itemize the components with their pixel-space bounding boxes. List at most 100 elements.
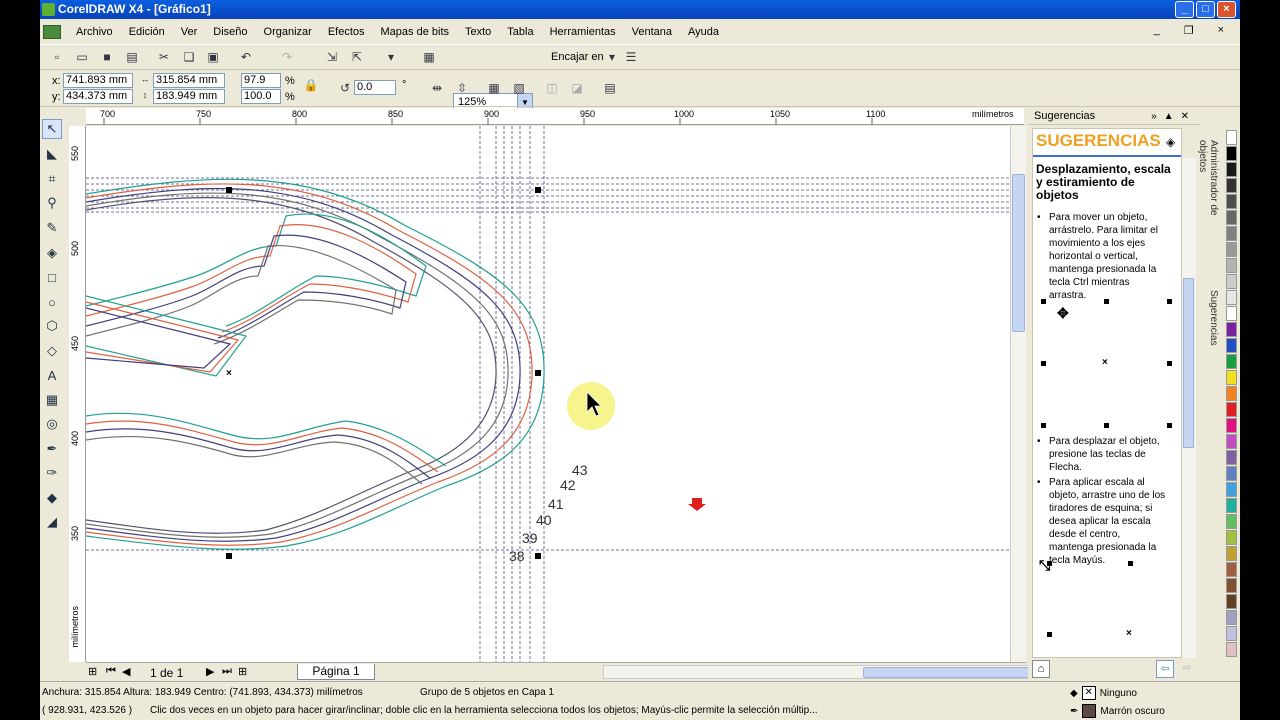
palette-swatch[interactable]: [1226, 338, 1237, 353]
menu-ventana[interactable]: Ventana: [624, 26, 680, 38]
palette-swatch[interactable]: [1226, 562, 1237, 577]
palette-swatch[interactable]: [1226, 226, 1237, 241]
vertical-ruler[interactable]: 550 500 450 400 350 milímetros: [69, 126, 86, 662]
palette-swatch[interactable]: [1226, 162, 1237, 177]
scale-y-field[interactable]: 100.0: [241, 89, 281, 104]
home-icon[interactable]: ⌂: [1032, 660, 1050, 678]
print-icon[interactable]: ▤: [123, 48, 141, 66]
text-tool-icon[interactable]: A: [42, 365, 62, 385]
eyedropper-tool-icon[interactable]: ✒: [42, 439, 62, 459]
palette-swatch[interactable]: [1226, 418, 1237, 433]
vertical-scroll-thumb[interactable]: [1012, 174, 1025, 332]
width-field[interactable]: 315.854 mm: [153, 73, 225, 88]
horizontal-scroll-thumb[interactable]: [863, 667, 1033, 678]
menu-texto[interactable]: Texto: [457, 26, 499, 38]
export-icon[interactable]: ⇱: [348, 48, 366, 66]
horizontal-scrollbar[interactable]: [603, 665, 1049, 679]
vertical-scrollbar[interactable]: [1010, 126, 1026, 662]
interactive-tool-icon[interactable]: ◎: [42, 414, 62, 434]
interactive-fill-tool-icon[interactable]: ◢: [42, 512, 62, 532]
docker-scrollbar[interactable]: [1182, 158, 1196, 658]
menu-ayuda[interactable]: Ayuda: [680, 26, 727, 38]
palette-swatch[interactable]: [1226, 242, 1237, 257]
open-icon[interactable]: ▭: [73, 48, 91, 66]
menu-herramientas[interactable]: Herramientas: [542, 26, 624, 38]
lock-ratio-icon[interactable]: 🔒: [302, 76, 320, 94]
paste-icon[interactable]: ▣: [204, 48, 222, 66]
menu-edicion[interactable]: Edición: [121, 26, 173, 38]
palette-swatch[interactable]: [1226, 498, 1237, 513]
tab-object-manager[interactable]: Administrador de objetos: [1197, 140, 1219, 250]
outline-indicator[interactable]: ✒ Marrón oscuro: [1070, 704, 1165, 718]
rectangle-tool-icon[interactable]: □: [42, 267, 62, 287]
palette-swatch[interactable]: [1226, 306, 1237, 321]
doc-restore-button[interactable]: ❐: [1176, 24, 1202, 37]
maximize-button[interactable]: □: [1196, 1, 1215, 18]
rotation-field[interactable]: 0.0: [354, 80, 396, 95]
scale-x-field[interactable]: 97.9: [241, 73, 281, 88]
freehand-tool-icon[interactable]: ✎: [42, 218, 62, 238]
combine-icon[interactable]: ◫: [543, 79, 561, 97]
palette-swatch[interactable]: [1226, 210, 1237, 225]
ellipse-tool-icon[interactable]: ○: [42, 292, 62, 312]
doc-close-button[interactable]: ×: [1210, 24, 1232, 37]
height-field[interactable]: 183.949 mm: [153, 89, 225, 104]
docker-controls[interactable]: »▲✕: [1151, 108, 1196, 125]
palette-swatch[interactable]: [1226, 578, 1237, 593]
cut-icon[interactable]: ✂: [155, 48, 173, 66]
palette-swatch[interactable]: [1226, 130, 1237, 145]
wrap-text-icon[interactable]: ▤: [601, 79, 619, 97]
drawing-canvas[interactable]: × 43 42 41 40 39 38: [86, 126, 1010, 662]
palette-swatch[interactable]: [1226, 530, 1237, 545]
menu-ver[interactable]: Ver: [173, 26, 206, 38]
forward-icon[interactable]: ⇨: [1178, 660, 1196, 678]
palette-swatch[interactable]: [1226, 626, 1237, 641]
polygon-tool-icon[interactable]: ⬡: [42, 316, 62, 336]
hints-book-icon[interactable]: ◈: [1166, 135, 1175, 149]
palette-swatch[interactable]: [1226, 258, 1237, 273]
new-icon[interactable]: ▫: [48, 48, 66, 66]
palette-swatch[interactable]: [1226, 290, 1237, 305]
options-icon[interactable]: ☰: [622, 48, 640, 66]
palette-swatch[interactable]: [1226, 450, 1237, 465]
menu-archivo[interactable]: Archivo: [68, 26, 121, 38]
last-page-icon[interactable]: ⏭: [222, 665, 232, 678]
group-icon[interactable]: ▦: [485, 79, 503, 97]
palette-swatch[interactable]: [1226, 482, 1237, 497]
horizontal-ruler[interactable]: 700 750 800 850 900 950 1000 1050 1100 m…: [86, 108, 1024, 125]
menu-efectos[interactable]: Efectos: [320, 26, 373, 38]
welcome-screen-icon[interactable]: ▦: [420, 48, 438, 66]
palette-swatch[interactable]: [1226, 514, 1237, 529]
palette-swatch[interactable]: [1226, 466, 1237, 481]
page-tab[interactable]: Página 1: [297, 664, 375, 680]
break-apart-icon[interactable]: ◪: [568, 79, 586, 97]
smart-fill-tool-icon[interactable]: ◈: [42, 243, 62, 263]
fill-indicator[interactable]: ◆ ✕ Ninguno: [1070, 686, 1137, 700]
menu-tabla[interactable]: Tabla: [499, 26, 541, 38]
import-icon[interactable]: ⇲: [323, 48, 341, 66]
doc-minimize-button[interactable]: _: [1146, 24, 1168, 37]
menu-mapas-de-bits[interactable]: Mapas de bits: [373, 26, 457, 38]
application-launcher-icon[interactable]: ▾: [382, 48, 400, 66]
table-tool-icon[interactable]: ▦: [42, 390, 62, 410]
undo-icon[interactable]: ↶: [237, 48, 255, 66]
palette-swatch[interactable]: [1226, 322, 1237, 337]
snap-to-menu[interactable]: Encajar en: [551, 51, 604, 63]
pick-tool-icon[interactable]: ↖: [42, 119, 62, 139]
ungroup-icon[interactable]: ▧: [510, 79, 528, 97]
redo-icon[interactable]: ↷: [278, 48, 296, 66]
save-icon[interactable]: ■: [98, 48, 116, 66]
palette-swatch[interactable]: [1226, 370, 1237, 385]
minimize-button[interactable]: _: [1175, 1, 1194, 18]
y-position-field[interactable]: 434.373 mm: [63, 89, 133, 104]
palette-swatch[interactable]: [1226, 274, 1237, 289]
add-page-after-icon[interactable]: ⊞: [238, 665, 247, 678]
next-page-icon[interactable]: ▶: [206, 665, 214, 678]
mirror-horizontal-icon[interactable]: ⇹: [428, 79, 446, 97]
palette-swatch[interactable]: [1226, 194, 1237, 209]
palette-swatch[interactable]: [1226, 546, 1237, 561]
add-page-icon[interactable]: ⊞: [88, 665, 97, 678]
palette-swatch[interactable]: [1226, 354, 1237, 369]
palette-swatch[interactable]: [1226, 610, 1237, 625]
first-page-icon[interactable]: ⏮: [106, 665, 116, 678]
